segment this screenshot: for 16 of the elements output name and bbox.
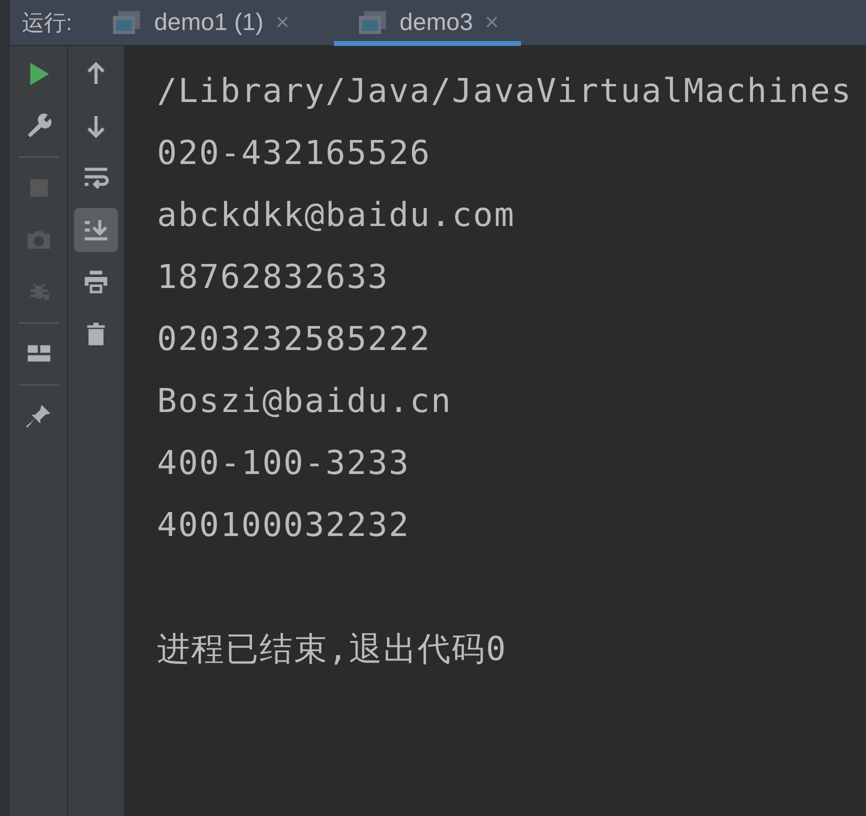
run-tab[interactable]: demo1 (1) × bbox=[112, 0, 312, 46]
console-line: 400100032232 bbox=[157, 504, 411, 546]
console-line: Boszi@baidu.cn bbox=[157, 380, 453, 422]
exit-message: 进程已结束,退出代码0 bbox=[157, 628, 508, 670]
console-line: /Library/Java/JavaVirtualMachines bbox=[157, 70, 854, 112]
console-line: abckdkk@baidu.com bbox=[157, 194, 516, 236]
console-line: 020-432165526 bbox=[157, 132, 432, 174]
console-line: 400-100-3233 bbox=[157, 442, 411, 484]
console-line: 0203232585222 bbox=[157, 318, 432, 360]
tab-label: demo3 bbox=[400, 8, 473, 36]
tab-label: demo1 (1) bbox=[154, 8, 264, 36]
console-window-icon bbox=[112, 10, 142, 36]
console-window-icon bbox=[358, 10, 388, 36]
toolbar-toggle[interactable] bbox=[74, 208, 118, 252]
run-label: 运行: bbox=[22, 8, 72, 36]
console-line: 18762832633 bbox=[157, 256, 390, 298]
